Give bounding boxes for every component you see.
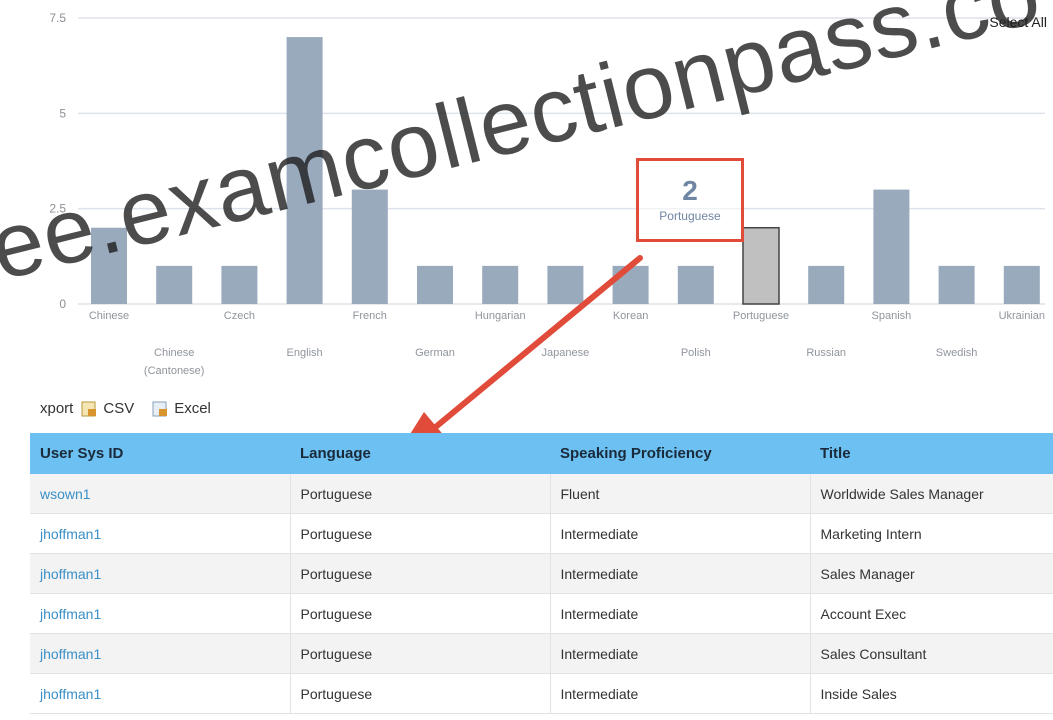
chart-tooltip: 2 Portuguese [636,158,744,242]
table-row: jhoffman1 Portuguese Intermediate Sales … [30,633,1053,674]
x-tick-label: Portuguese [733,310,789,322]
proficiency-cell: Intermediate [549,673,810,714]
table-header-row: User Sys ID Language Speaking Proficienc… [30,433,1053,474]
title-cell: Marketing Intern [809,513,1053,554]
bar-german[interactable] [417,265,453,304]
col-header-speaking-proficiency[interactable]: Speaking Proficiency [550,433,810,474]
x-tick-label: Czech [224,310,255,322]
bar-english[interactable] [286,37,323,305]
title-cell: Account Exec [809,593,1053,634]
user-sys-id-link[interactable]: jhoffman1 [30,593,290,634]
bar-russian[interactable] [808,265,845,304]
title-cell: Sales Consultant [809,633,1053,674]
excel-export-button[interactable]: Excel [152,400,211,417]
excel-label: Excel [174,400,211,417]
x-tick-label: French [353,310,387,322]
language-cell: Portuguese [289,474,550,514]
tooltip-value: 2 [682,175,698,206]
language-cell: Portuguese [289,593,550,634]
x-tick-label: Ukrainian [999,310,1045,322]
bar-czech[interactable] [221,265,258,304]
bar-portuguese[interactable] [742,226,780,305]
language-cell: Portuguese [289,513,550,554]
tooltip-label: Portuguese [659,209,721,223]
table-row: jhoffman1 Portuguese Intermediate Market… [30,513,1053,554]
bar-swedish[interactable] [938,265,975,304]
user-sys-id-link[interactable]: jhoffman1 [30,673,290,714]
results-table: User Sys ID Language Speaking Proficienc… [30,433,1053,714]
title-cell: Worldwide Sales Manager [809,474,1053,514]
user-sys-id-link[interactable]: jhoffman1 [30,553,290,594]
bar-korean[interactable] [612,265,649,304]
proficiency-cell: Intermediate [549,593,810,634]
title-cell: Sales Manager [809,553,1053,594]
csv-export-button[interactable]: CSV [81,400,134,417]
y-tick-label: 7.5 [49,11,66,25]
x-tick-label: Russian [806,347,846,359]
user-sys-id-link[interactable]: jhoffman1 [30,633,290,674]
y-tick-label: 2.5 [49,202,66,216]
title-cell: Inside Sales [809,673,1053,714]
x-tick-label: Chinese [89,310,129,322]
excel-file-icon [152,401,168,417]
table-row: jhoffman1 Portuguese Intermediate Accoun… [30,593,1053,634]
x-tick-label: Polish [681,347,711,359]
csv-file-icon [81,401,97,417]
language-cell: Portuguese [289,673,550,714]
language-cell: Portuguese [289,553,550,594]
col-header-title[interactable]: Title [810,433,1053,474]
language-bar-chart: 0 2.5 5 7.5 Chinese Chinese (Cantonese) Czech E… [49,11,1045,377]
bar-french[interactable] [351,189,388,304]
proficiency-cell: Intermediate [549,633,810,674]
table-row: jhoffman1 Portuguese Intermediate Sales … [30,553,1053,594]
select-all-link[interactable]: Select All [989,14,1047,30]
bar-polish[interactable] [677,265,714,304]
bar-ukrainian[interactable] [1003,265,1040,304]
bar-spanish[interactable] [873,189,910,304]
col-header-language[interactable]: Language [290,433,550,474]
table-row: wsown1 Portuguese Fluent Worldwide Sales… [30,474,1053,514]
y-tick-label: 5 [59,106,66,120]
x-tick-label: Hungarian [475,310,526,322]
proficiency-cell: Fluent [549,474,810,514]
proficiency-cell: Intermediate [549,513,810,554]
csv-label: CSV [103,400,135,417]
export-label: xport [40,400,74,417]
export-bar: xport CSV Excel [40,400,211,417]
x-tick-label: Korean [613,310,648,322]
proficiency-cell: Intermediate [549,553,810,594]
bar-hungarian[interactable] [482,265,519,304]
x-tick-label: Japanese [542,347,590,359]
bar-japanese[interactable] [547,265,584,304]
col-header-user-sys-id[interactable]: User Sys ID [30,433,290,474]
user-sys-id-link[interactable]: jhoffman1 [30,513,290,554]
x-tick-label: English [287,347,323,359]
x-tick-label: German [415,347,455,359]
x-tick-label: (Cantonese) [144,365,205,377]
x-tick-label: Chinese [154,347,194,359]
x-tick-label: Spanish [872,310,912,322]
table-row: jhoffman1 Portuguese Intermediate Inside… [30,673,1053,714]
bar-chinese[interactable] [91,227,127,304]
bar-chinese-cantonese-[interactable] [156,265,193,304]
language-cell: Portuguese [289,633,550,674]
x-tick-label: Swedish [936,347,978,359]
user-sys-id-link[interactable]: wsown1 [30,474,290,514]
y-tick-label: 0 [59,297,66,311]
